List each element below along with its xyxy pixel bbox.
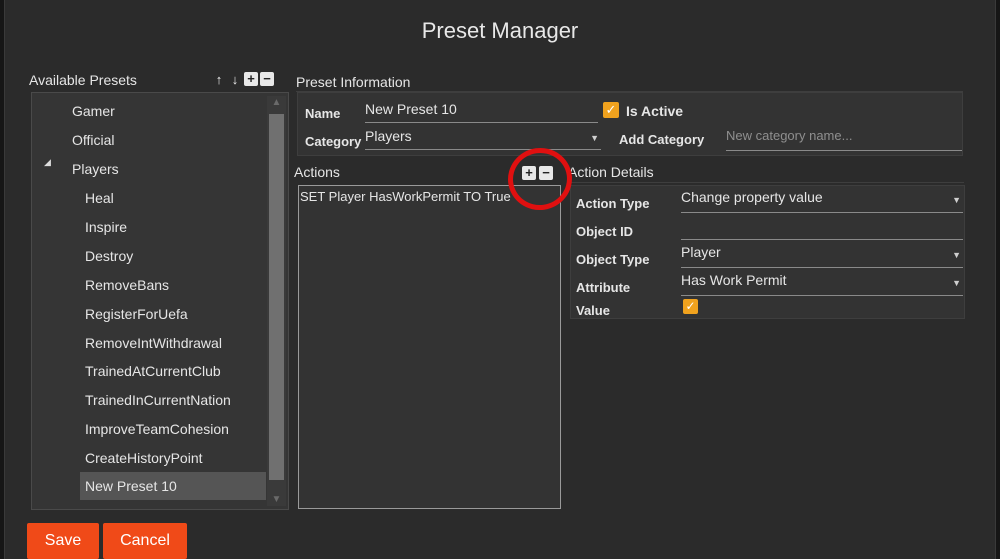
presets-toolbar: ↑ ↓ + − bbox=[212, 72, 274, 87]
preset-information-header: Preset Information bbox=[296, 74, 411, 90]
scroll-up-icon[interactable]: ▲ bbox=[267, 97, 286, 108]
attribute-label: Attribute bbox=[576, 280, 631, 295]
add-category-input[interactable]: New category name... bbox=[726, 127, 962, 151]
attribute-select[interactable]: Has Work Permit ▼ bbox=[681, 272, 963, 296]
preset-manager-window: Preset Manager Available Presets ↑ ↓ + −… bbox=[4, 0, 996, 559]
tree-item[interactable]: TrainedInCurrentNation bbox=[85, 387, 231, 413]
tree-item[interactable]: CreateHistoryPoint bbox=[85, 445, 203, 471]
divider bbox=[568, 182, 964, 183]
cancel-button[interactable]: Cancel bbox=[103, 523, 187, 559]
action-details-header: Action Details bbox=[568, 164, 654, 180]
arrow-down-icon[interactable]: ↓ bbox=[228, 72, 242, 87]
save-button[interactable]: Save bbox=[27, 523, 99, 559]
tree-item[interactable]: RemoveIntWithdrawal bbox=[85, 330, 222, 356]
preset-information-panel: Name New Preset 10 ✓ Is Active Category … bbox=[297, 92, 963, 156]
actions-list: SET Player HasWorkPermit TO True bbox=[298, 185, 561, 509]
name-input[interactable]: New Preset 10 bbox=[365, 101, 598, 123]
actions-header: Actions bbox=[294, 164, 340, 180]
object-type-value: Player bbox=[681, 244, 721, 260]
add-category-label: Add Category bbox=[619, 132, 705, 147]
tree-item[interactable]: Inspire bbox=[85, 214, 127, 240]
chevron-down-icon: ▼ bbox=[952, 278, 961, 288]
window-title: Preset Manager bbox=[421, 18, 579, 43]
tree-item[interactable]: RemoveBans bbox=[85, 272, 169, 298]
add-category-placeholder: New category name... bbox=[726, 128, 853, 143]
action-type-value: Change property value bbox=[681, 189, 823, 205]
category-label: Category bbox=[305, 134, 362, 149]
scroll-thumb[interactable] bbox=[269, 114, 284, 480]
object-id-label: Object ID bbox=[576, 224, 634, 239]
action-details-panel: Action Type Change property value ▼ Obje… bbox=[570, 185, 965, 319]
tree-item[interactable]: Destroy bbox=[85, 243, 133, 269]
name-label: Name bbox=[305, 106, 341, 121]
object-type-label: Object Type bbox=[576, 252, 650, 267]
arrow-up-icon[interactable]: ↑ bbox=[212, 72, 226, 87]
tree-item[interactable]: Heal bbox=[85, 185, 114, 211]
category-value: Players bbox=[365, 128, 412, 144]
value-label: Value bbox=[576, 303, 610, 318]
chevron-down-icon: ▼ bbox=[952, 250, 961, 260]
add-preset-icon[interactable]: + bbox=[244, 72, 258, 86]
tree-item[interactable]: ImproveTeamCohesion bbox=[85, 416, 229, 442]
available-presets-header: Available Presets bbox=[29, 72, 137, 88]
attribute-value: Has Work Permit bbox=[681, 272, 787, 288]
action-type-label: Action Type bbox=[576, 196, 650, 211]
tree-item[interactable]: Gamer bbox=[72, 98, 115, 124]
object-type-select[interactable]: Player ▼ bbox=[681, 244, 963, 268]
tree-item[interactable]: Players bbox=[72, 156, 119, 182]
tree-item[interactable]: Official bbox=[72, 127, 115, 153]
tree-scrollbar[interactable]: ▲ ▼ bbox=[267, 96, 286, 506]
object-id-input[interactable] bbox=[681, 218, 963, 240]
expand-toggle-icon[interactable]: ◢ bbox=[44, 157, 51, 168]
is-active-label: Is Active bbox=[626, 103, 684, 119]
presets-tree: Gamer Official ◢ Players Heal Inspire De… bbox=[31, 92, 289, 510]
action-item[interactable]: SET Player HasWorkPermit TO True bbox=[299, 189, 511, 204]
chevron-down-icon: ▼ bbox=[590, 133, 599, 143]
category-select[interactable]: Players ▼ bbox=[365, 128, 601, 150]
tree-item-selected[interactable]: New Preset 10 bbox=[80, 472, 266, 500]
chevron-down-icon: ▼ bbox=[952, 195, 961, 205]
is-active-checkbox[interactable]: ✓ bbox=[603, 102, 619, 118]
remove-preset-icon[interactable]: − bbox=[260, 72, 274, 86]
action-type-select[interactable]: Change property value ▼ bbox=[681, 189, 963, 213]
scroll-down-icon[interactable]: ▼ bbox=[267, 494, 286, 505]
tree-item[interactable]: TrainedAtCurrentClub bbox=[85, 358, 221, 384]
value-checkbox[interactable]: ✓ bbox=[683, 299, 698, 314]
tree-item[interactable]: RegisterForUefa bbox=[85, 301, 188, 327]
